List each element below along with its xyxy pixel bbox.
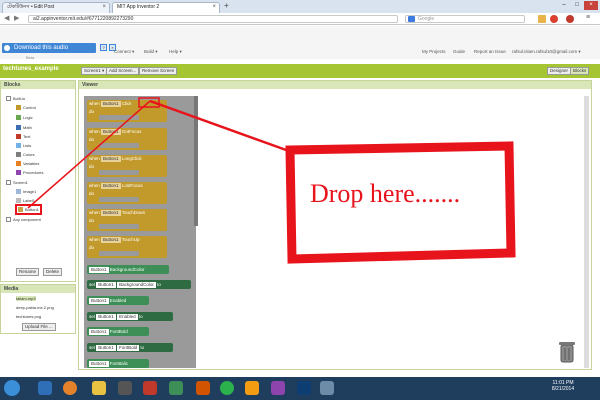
annotation-overlay [27,97,516,264]
clock-date: 8/21/2014 [551,386,575,392]
firefox-icon[interactable] [63,381,77,395]
app-icon[interactable] [143,381,157,395]
photoshop-icon[interactable] [297,381,311,395]
app-icon[interactable] [169,381,183,395]
start-icon[interactable] [4,380,20,396]
media-icon[interactable] [118,381,132,395]
chrome-icon[interactable] [220,381,234,395]
trash-icon[interactable] [559,341,575,363]
explorer-icon[interactable] [92,381,106,395]
annotation-arrow-line [149,99,301,157]
app-icon[interactable] [196,381,210,395]
app-icon[interactable] [271,381,285,395]
annotation-link-line [27,100,151,209]
system-clock[interactable]: 11:01 PM 8/21/2014 [545,380,581,392]
annotation-text: Drop here....... [310,179,461,208]
app-icon[interactable] [320,381,334,395]
vlc-icon[interactable] [245,381,259,395]
ie-icon[interactable] [38,381,52,395]
